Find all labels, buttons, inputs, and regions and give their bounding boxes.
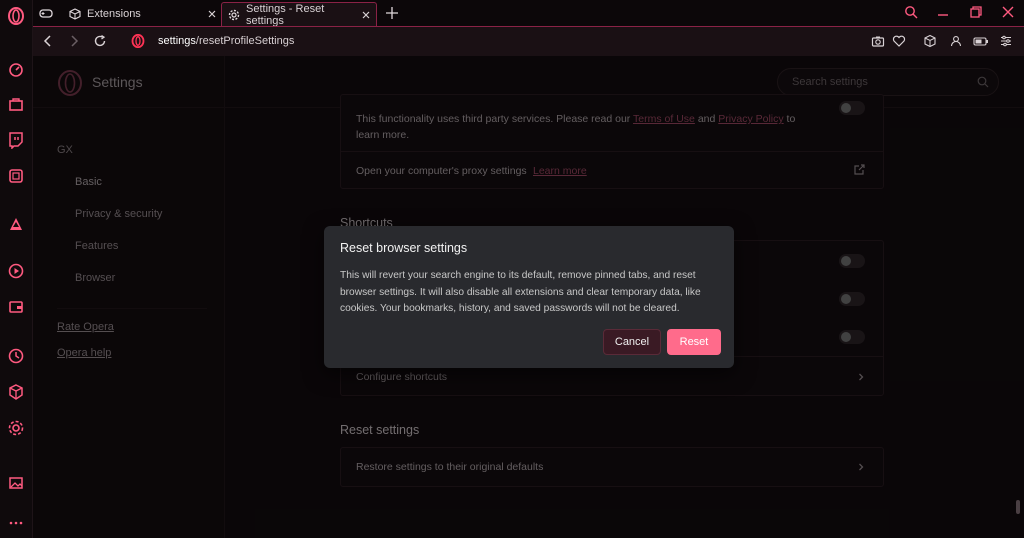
player-icon[interactable] (7, 262, 25, 280)
battery-icon[interactable] (973, 34, 988, 48)
reset-dialog: Reset browser settings This will revert … (324, 226, 734, 368)
url-host: settings (158, 35, 196, 47)
tab-strip: Extensions Settings - Reset settings (33, 0, 1024, 27)
easy-setup-icon[interactable] (999, 34, 1013, 48)
back-icon[interactable] (41, 34, 55, 48)
sidebar (0, 0, 33, 538)
tab-label: Settings - Reset settings (246, 2, 325, 27)
restore-icon[interactable] (969, 5, 983, 19)
forward-icon[interactable] (67, 34, 81, 48)
cube-icon (69, 8, 81, 20)
camera-icon[interactable] (871, 34, 885, 48)
tab-label: Extensions (87, 8, 141, 20)
gx-control-icon[interactable] (7, 167, 25, 185)
close-icon[interactable] (205, 7, 219, 21)
wallet-icon[interactable] (7, 298, 25, 316)
gallery-icon[interactable] (7, 474, 25, 492)
more-icon[interactable] (7, 514, 25, 532)
cube-icon[interactable] (923, 34, 937, 48)
gamepad-icon[interactable] (39, 6, 53, 20)
shopping-icon[interactable] (7, 95, 25, 113)
dialog-body: This will revert your search engine to i… (340, 270, 701, 314)
cancel-button[interactable]: Cancel (603, 329, 661, 355)
plus-icon[interactable] (385, 6, 399, 20)
settings-icon[interactable] (7, 419, 25, 437)
opera-logo-icon (131, 34, 145, 48)
url-path: /resetProfileSettings (195, 35, 295, 47)
scrollbar[interactable] (1016, 500, 1020, 514)
minimize-icon[interactable] (936, 5, 950, 19)
extensions-icon[interactable] (7, 383, 25, 401)
url-field[interactable]: settings/resetProfileSettings (158, 35, 294, 47)
address-bar: settings/resetProfileSettings (33, 26, 1024, 56)
window-close-icon[interactable] (1001, 5, 1015, 19)
aria-icon[interactable] (7, 215, 25, 233)
tab-settings[interactable]: Settings - Reset settings (221, 2, 377, 27)
tab-extensions[interactable]: Extensions (67, 2, 219, 26)
twitch-icon[interactable] (7, 131, 25, 149)
reset-button[interactable]: Reset (667, 329, 721, 355)
gear-icon (228, 9, 240, 21)
history-icon[interactable] (7, 347, 25, 365)
reload-icon[interactable] (93, 34, 107, 48)
heart-icon[interactable] (892, 34, 906, 48)
close-icon[interactable] (360, 8, 373, 22)
speed-dial-icon[interactable] (7, 60, 25, 78)
account-icon[interactable] (949, 34, 963, 48)
opera-logo-icon[interactable] (7, 7, 25, 25)
dialog-title: Reset browser settings (340, 241, 468, 255)
search-icon[interactable] (904, 5, 918, 19)
